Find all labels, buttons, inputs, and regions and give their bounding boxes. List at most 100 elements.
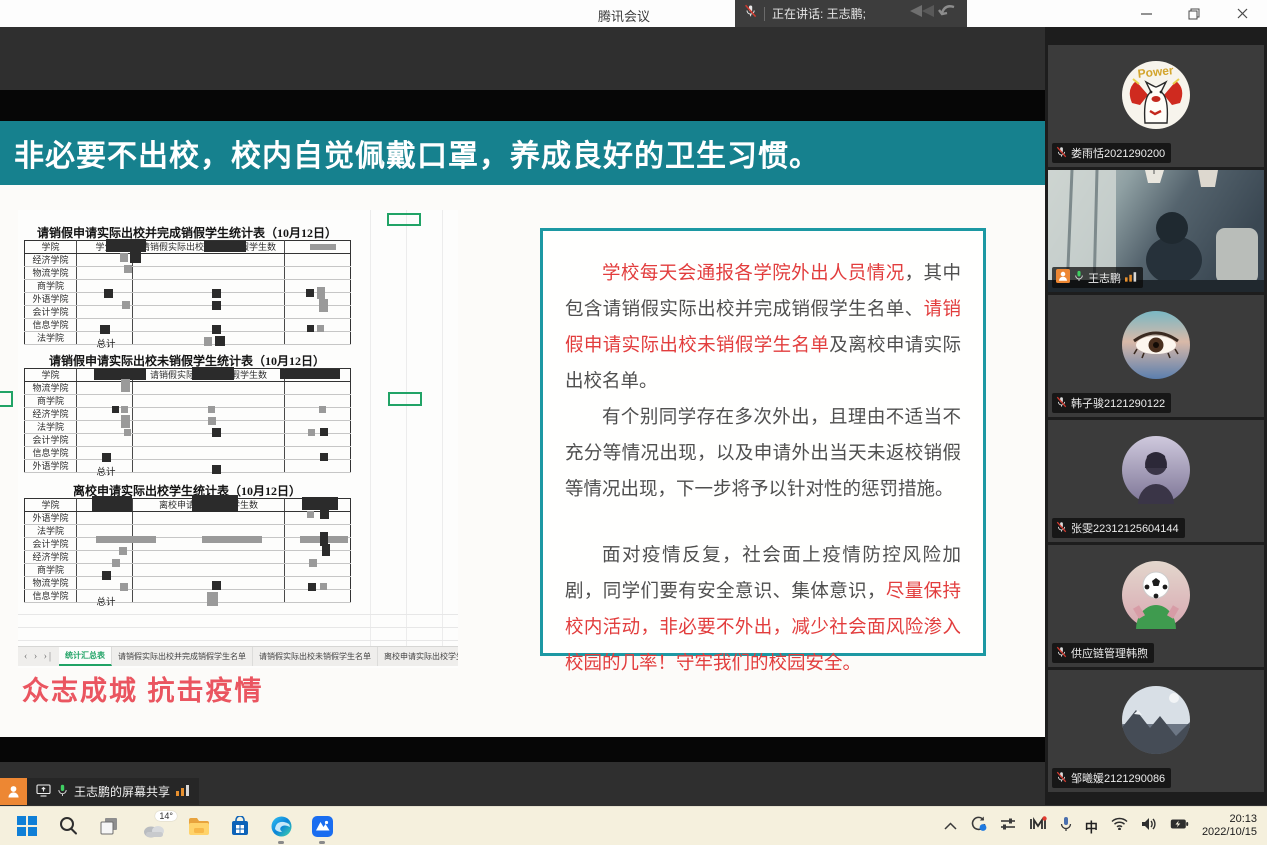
battery-icon[interactable] <box>1170 817 1189 835</box>
ime-indicator[interactable]: 中 <box>1085 817 1098 836</box>
chevron-up-icon[interactable] <box>944 817 957 835</box>
participant-name: 邹曦媛2121290086 <box>1071 770 1165 786</box>
sheet-tab-summary: 统计汇总表 <box>59 647 112 666</box>
app-title: 腾讯会议 <box>598 6 650 25</box>
host-icon <box>0 778 27 805</box>
slide-bottom-bar <box>0 737 1045 762</box>
participant-name: 王志鹏 <box>1088 270 1121 286</box>
app-window: 腾讯会议 正在讲话: 王志鹏; 非必要不出校，校内自觉佩戴口罩，养成良好的卫生习… <box>0 0 1267 845</box>
speaking-indicator: 正在讲话: 王志鹏; <box>735 0 967 27</box>
stats-table: 学院 学生 请销假实际出校并完成销假学生数 经济学院 物流学院 商学院 外语学院… <box>24 240 350 345</box>
gridline <box>18 640 458 641</box>
gridline <box>18 614 458 615</box>
window-controls <box>1133 0 1259 27</box>
paragraph: 有个别同学存在多次外出，且理由不适当不充分等情况出现，以及申请外出当天未返校销假… <box>565 399 961 507</box>
avatar <box>1120 559 1192 631</box>
gridline <box>370 210 371 646</box>
mic-muted-icon <box>1056 646 1067 661</box>
search-icon[interactable] <box>55 813 81 839</box>
signal-icon <box>176 784 190 799</box>
mic-tray-icon[interactable] <box>1060 816 1072 837</box>
wifi-icon[interactable] <box>1111 817 1128 835</box>
participant-tile[interactable]: Power 娄雨恬2021290200 <box>1048 45 1264 167</box>
selected-cell <box>387 213 421 226</box>
mic-on-icon <box>57 784 68 800</box>
taskview-icon[interactable] <box>96 813 122 839</box>
table-title: 请销假申请实际出校并完成销假学生统计表（10月12日） <box>24 224 350 241</box>
stats-table: 学院 学生 离校申请实际出校学生数 外语学院 法学院 会计学院 经济学院 商学院… <box>24 498 350 603</box>
table-footer: 总计 <box>66 336 146 350</box>
avatar <box>1120 434 1192 506</box>
participant-tile[interactable]: 韩子骏2121290122 <box>1048 295 1264 417</box>
table-footer: 总计 <box>66 594 146 608</box>
gridline <box>18 627 458 628</box>
slogan-text: 众志成城 抗击疫情 <box>22 669 264 708</box>
paragraph: 学校每天会通报各学院外出人员情况，其中包含请销假实际出校并完成销假学生名单、请销… <box>565 255 961 399</box>
screen-share-indicator[interactable]: 王志鹏的屏幕共享 <box>0 778 199 805</box>
selected-cell <box>388 392 422 406</box>
participants-sidebar: Power 娄雨恬2021290200 王志鹏 <box>1045 27 1267 805</box>
system-tray: 中 20:13 2022/10/15 <box>944 813 1267 839</box>
mic-muted-icon <box>1056 521 1067 536</box>
mixer-icon[interactable] <box>1000 817 1016 836</box>
avatar <box>1120 684 1192 756</box>
minimize-icon[interactable] <box>1133 3 1159 25</box>
tray-clock[interactable]: 20:13 2022/10/15 <box>1202 813 1257 839</box>
signal-icon <box>1125 271 1137 285</box>
participant-name-tag: 张雯22312125604144 <box>1052 518 1185 538</box>
avatar: Power <box>1120 59 1192 131</box>
close-icon[interactable] <box>1229 3 1255 25</box>
tray-date: 2022/10/15 <box>1202 826 1257 839</box>
participant-name: 供应链管理韩煦 <box>1071 645 1148 661</box>
participant-tile[interactable]: 供应链管理韩煦 <box>1048 545 1264 667</box>
edge-icon[interactable] <box>268 813 294 839</box>
shared-screen-area: 非必要不出校，校内自觉佩戴口罩，养成良好的卫生习惯。 请销假申请实际出校并完成销… <box>0 27 1045 805</box>
mic-muted-icon <box>1056 146 1067 161</box>
sheet-tab-uncancelled-list: 请销假实际出校未销假学生名单 <box>253 647 378 666</box>
sheet-tab-leave-list: 离校申请实际出校学生名单 <box>378 647 458 666</box>
start-icon[interactable] <box>14 813 40 839</box>
volume-icon[interactable] <box>1141 817 1157 836</box>
annotation-arrows-icon[interactable] <box>902 2 958 25</box>
gridline <box>442 210 443 646</box>
slide-top-bar <box>0 90 1045 121</box>
participant-tile[interactable]: 张雯22312125604144 <box>1048 420 1264 542</box>
store-icon[interactable] <box>227 813 253 839</box>
mic-muted-icon <box>1056 771 1067 786</box>
participant-name-tag: 韩子骏2121290122 <box>1052 393 1171 413</box>
participant-name: 娄雨恬2021290200 <box>1071 145 1165 161</box>
tray-time: 20:13 <box>1202 813 1257 826</box>
notice-text-box: 学校每天会通报各学院外出人员情况，其中包含请销假实际出校并完成销假学生名单、请销… <box>540 228 986 656</box>
file-explorer-icon[interactable] <box>186 813 212 839</box>
speaking-label: 正在讲话: 王志鹏; <box>772 5 866 22</box>
participant-name-tag: 邹曦媛2121290086 <box>1052 768 1171 788</box>
divider <box>764 7 765 21</box>
paragraph: 面对疫情反复，社会面上疫情防控风险加剧，同学们要有安全意识、集体意识，尽量保持校… <box>565 537 961 681</box>
participant-name-tag: 王志鹏 <box>1052 267 1143 288</box>
participant-tile[interactable]: 邹曦媛2121290086 <box>1048 670 1264 792</box>
share-label: 王志鹏的屏幕共享 <box>74 783 170 800</box>
recording-app-icon[interactable] <box>1029 816 1047 836</box>
tencent-meeting-icon[interactable] <box>309 813 335 839</box>
weather-widget[interactable]: 14° <box>137 813 171 839</box>
host-icon <box>1056 269 1070 286</box>
participant-name: 韩子骏2121290122 <box>1071 395 1165 411</box>
weather-temp: 14° <box>155 811 177 821</box>
slide-banner-text: 非必要不出校，校内自觉佩戴口罩，养成良好的卫生习惯。 <box>14 131 820 175</box>
table-footer: 总计 <box>66 464 146 478</box>
titlebar: 腾讯会议 正在讲话: 王志鹏; <box>0 0 1267 27</box>
sync-icon[interactable] <box>970 815 987 837</box>
mic-on-icon <box>1074 270 1084 285</box>
table-title: 请销假申请实际出校未销假学生统计表（10月12日） <box>24 352 350 369</box>
sheet-nav-arrows-icon: ‹ › ›| <box>18 651 59 662</box>
participant-name: 张雯22312125604144 <box>1071 520 1179 536</box>
mic-muted-icon <box>1056 396 1067 411</box>
sheet-tabs-bar: ‹ › ›| 统计汇总表 请销假实际出校并完成销假学生名单 请销假实际出校未销假… <box>18 646 458 666</box>
mic-muted-icon <box>744 4 757 23</box>
sheet-tab-completed-list: 请销假实际出校并完成销假学生名单 <box>112 647 253 666</box>
selected-row-marker <box>0 391 13 407</box>
participant-name-tag: 娄雨恬2021290200 <box>1052 143 1171 163</box>
participant-name-tag: 供应链管理韩煦 <box>1052 643 1154 663</box>
restore-icon[interactable] <box>1181 3 1207 25</box>
participant-tile[interactable]: 王志鹏 <box>1048 170 1264 292</box>
